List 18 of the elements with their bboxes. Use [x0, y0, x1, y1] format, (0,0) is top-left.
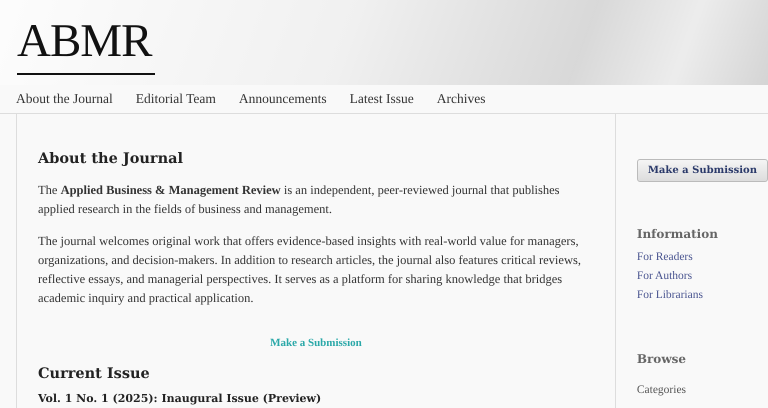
nav-link[interactable]: About the Journal — [16, 91, 113, 107]
sidebar-link[interactable]: Categories — [636, 384, 768, 396]
sidebar-link[interactable]: For Readers — [636, 251, 768, 263]
submission-button[interactable]: Make a Submission — [636, 159, 768, 182]
block-title: Information — [636, 227, 719, 241]
paragraph: The journal welcomes original work that offers evidence-based insights with real-world value for managers, organizations, and decision-makers. In addition to research articles, the journal also features critical reviews, reflective essays, and managerial perspectives. It serves as a platform for sharing knowledge that bridges academic inquiry and practical application. — [38, 233, 582, 307]
sidebar-link[interactable]: For Librarians — [636, 289, 768, 301]
nav-link[interactable]: Archives — [436, 91, 486, 107]
block-title: Browse — [636, 352, 688, 366]
nav-link[interactable]: Announcements — [238, 91, 327, 107]
section-heading: Current Issue — [38, 365, 151, 382]
nav-link[interactable]: Editorial Team — [136, 91, 216, 107]
issue-title: Vol. 1 No. 1 (2025): Inaugural Issue (Preview) — [38, 392, 322, 405]
paragraph: The Applied Business & Management Review is an independent, peer-reviewed journal that publishes applied research in the fields of business and management. — [38, 182, 561, 218]
sidebar-link[interactable]: For Authors — [636, 270, 768, 282]
journal-logo[interactable]: ABMR — [17, 18, 156, 75]
nav-link[interactable]: Latest Issue — [350, 91, 414, 107]
section-heading: About the Journal — [38, 150, 184, 167]
